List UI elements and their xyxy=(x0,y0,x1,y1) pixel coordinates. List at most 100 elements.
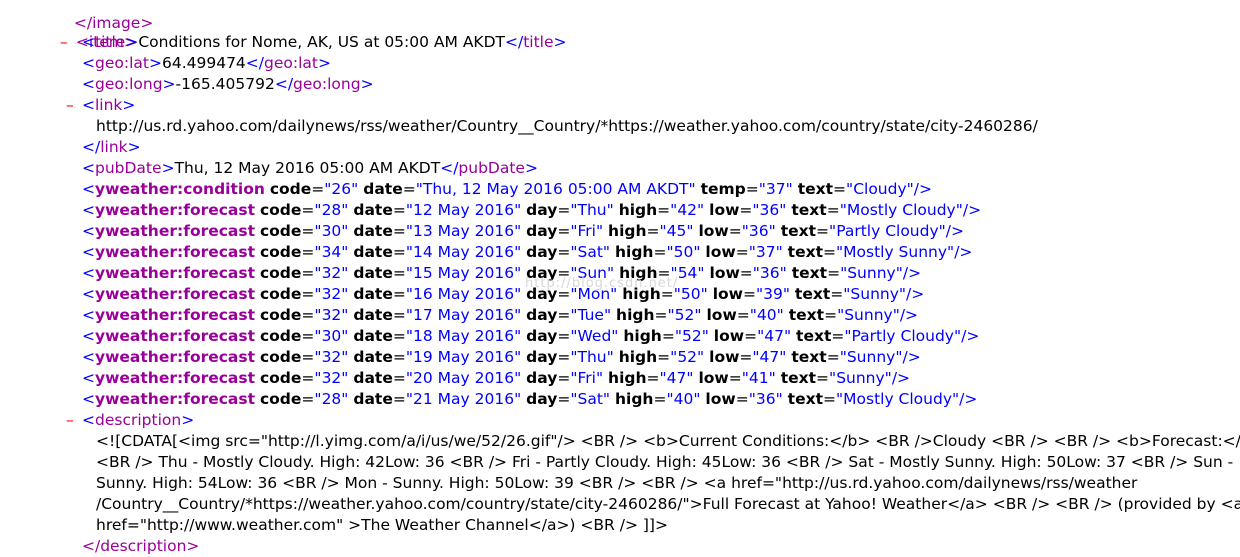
forecast-low: 36 xyxy=(755,390,776,408)
forecast-line: <yweather:forecast code="30" date="13 Ma… xyxy=(82,222,964,240)
attr-name: high xyxy=(618,348,658,366)
forecast-high: 54 xyxy=(677,264,698,282)
forecast-text: Sunny xyxy=(847,264,896,282)
forecast-code: 32 xyxy=(321,369,342,387)
geo-long-line: <geo:long>-165.405792</geo:long> xyxy=(82,75,374,93)
forecast-high: 52 xyxy=(677,348,698,366)
pubdate-tag-open: pubDate xyxy=(95,159,162,177)
attr-name: text xyxy=(780,369,817,387)
attr-name: high xyxy=(618,201,658,219)
attr-name: date xyxy=(363,180,403,198)
forecast-day: Wed xyxy=(577,327,612,345)
forecast-date: 17 May 2016 xyxy=(413,306,515,324)
forecast-low: 36 xyxy=(759,264,780,282)
forecast-date: 14 May 2016 xyxy=(413,243,515,261)
forecast-tag: yweather:forecast xyxy=(95,327,256,345)
description-collapse-toggle[interactable]: – xyxy=(66,410,82,431)
forecast-date: 15 May 2016 xyxy=(413,264,515,282)
attr-name: code xyxy=(259,243,302,261)
geo-long-tag-close: geo:long xyxy=(293,75,361,93)
attr-name: text xyxy=(787,390,823,408)
forecast-code: 28 xyxy=(321,201,342,219)
attr-name: day xyxy=(526,369,558,387)
attr-name: high xyxy=(616,306,655,324)
forecast-code: 32 xyxy=(321,285,342,303)
forecast-low: 47 xyxy=(764,327,784,345)
forecast-date: 21 May 2016 xyxy=(413,390,515,408)
geo-lat-tag-close: geo:lat xyxy=(264,54,318,72)
attr-name: low xyxy=(709,264,740,282)
title-tag-close: title xyxy=(523,33,554,51)
title-text: Conditions for Nome, AK, US at 05:00 AM … xyxy=(138,33,505,51)
attr-name: date xyxy=(353,390,393,408)
condition-date: Thu, 12 May 2016 05:00 AM AKDT xyxy=(422,180,689,198)
description-open-line: – <description> xyxy=(66,410,195,431)
attr-name: low xyxy=(706,306,737,324)
forecast-tag: yweather:forecast xyxy=(95,222,256,240)
forecast-code: 30 xyxy=(321,222,342,240)
attr-name: code xyxy=(259,390,302,408)
forecast-day: Fri xyxy=(577,222,596,240)
attr-name: low xyxy=(705,390,736,408)
condition-line: <yweather:condition code="26" date="Thu,… xyxy=(82,180,932,198)
attr-name: date xyxy=(353,243,393,261)
geo-lat-line: <geo:lat>64.499474</geo:lat> xyxy=(82,54,331,72)
forecast-date: 16 May 2016 xyxy=(413,285,515,303)
attr-name: low xyxy=(705,243,736,261)
forecast-text: Partly Cloudy xyxy=(836,222,939,240)
forecast-code: 30 xyxy=(321,327,342,345)
forecast-day: Tue xyxy=(577,306,604,324)
forecast-low: 41 xyxy=(748,369,769,387)
attr-name: date xyxy=(353,264,393,282)
forecast-high: 42 xyxy=(677,201,698,219)
attr-name: day xyxy=(526,390,558,408)
attr-name: high xyxy=(608,369,647,387)
forecast-date: 20 May 2016 xyxy=(413,369,515,387)
forecast-code: 32 xyxy=(321,348,342,366)
forecast-tag: yweather:forecast xyxy=(95,264,256,282)
condition-tag: yweather:condition xyxy=(95,180,265,198)
title-tag-open: title xyxy=(95,33,126,51)
attr-name: date xyxy=(353,222,393,240)
attr-name: text xyxy=(787,243,823,261)
attr-name: day xyxy=(526,243,558,261)
attr-name: day xyxy=(526,222,558,240)
forecast-text: Sunny xyxy=(836,369,885,387)
attr-name: low xyxy=(713,327,745,345)
attr-name: low xyxy=(698,222,729,240)
forecast-text: Sunny xyxy=(850,285,899,303)
attr-name: date xyxy=(353,348,393,366)
forecast-code: 28 xyxy=(321,390,342,408)
forecast-high: 47 xyxy=(666,369,687,387)
forecast-tag: yweather:forecast xyxy=(95,201,256,219)
forecast-tag: yweather:forecast xyxy=(95,369,256,387)
item-collapse-toggle[interactable]: – xyxy=(60,32,76,53)
link-collapse-toggle[interactable]: – xyxy=(66,95,82,116)
item-open-line: – <item> xyxy=(50,11,137,51)
forecast-date: 19 May 2016 xyxy=(413,348,515,366)
forecast-text: Mostly Sunny xyxy=(843,243,948,261)
forecast-tag: yweather:forecast xyxy=(95,285,256,303)
forecast-line: <yweather:forecast code="34" date="14 Ma… xyxy=(82,243,973,261)
forecast-code: 32 xyxy=(321,264,342,282)
forecast-high: 52 xyxy=(674,306,695,324)
forecast-line: <yweather:forecast code="28" date="21 Ma… xyxy=(82,390,978,408)
watermark-text: http://blog.csdn.net/ xyxy=(525,276,679,291)
forecast-code: 32 xyxy=(321,306,342,324)
forecast-high: 40 xyxy=(673,390,694,408)
cdata-line: Sunny. High: 54Low: 36 <BR /> Mon - Sunn… xyxy=(96,474,1138,492)
link-url-line: http://us.rd.yahoo.com/dailynews/rss/wea… xyxy=(96,116,1038,137)
geo-lat-tag-open: geo:lat xyxy=(95,54,149,72)
attr-name: text xyxy=(797,180,834,198)
forecast-text: Partly Cloudy xyxy=(851,327,954,345)
forecast-tag: yweather:forecast xyxy=(95,390,256,408)
attr-name: code xyxy=(259,327,302,345)
attr-name: date xyxy=(353,369,393,387)
forecast-line: <yweather:forecast code="28" date="12 Ma… xyxy=(82,201,982,219)
forecast-text: Mostly Cloudy xyxy=(846,201,956,219)
condition-code: 26 xyxy=(331,180,352,198)
forecast-low: 40 xyxy=(756,306,777,324)
link-url-text: http://us.rd.yahoo.com/dailynews/rss/wea… xyxy=(96,117,1038,135)
attr-name: day xyxy=(526,306,558,324)
attr-name: text xyxy=(794,285,831,303)
